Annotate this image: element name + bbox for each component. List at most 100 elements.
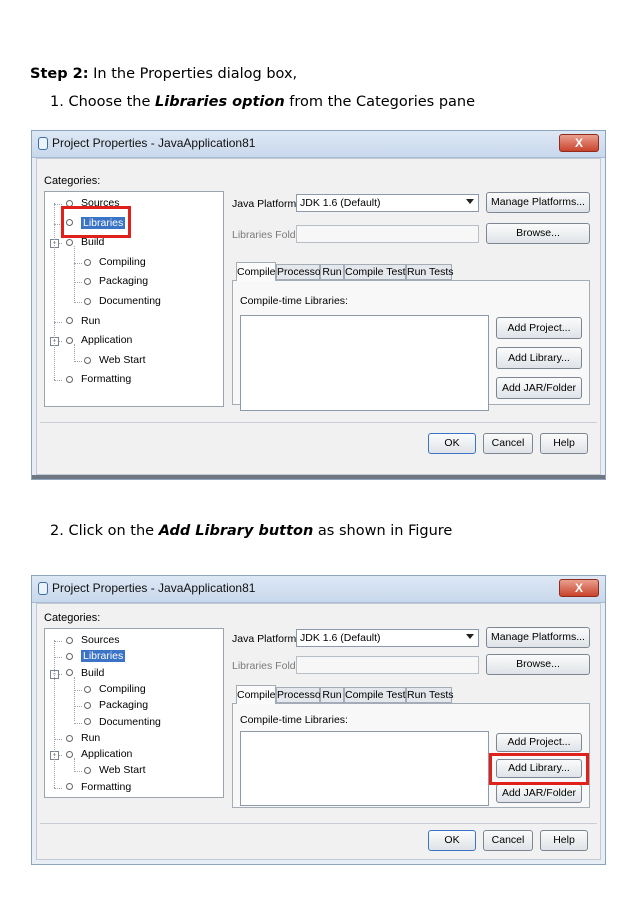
tree-node-build[interactable]: Build xyxy=(66,667,104,679)
cancel-button[interactable]: Cancel xyxy=(483,830,533,851)
tree-node-formatting[interactable]: Formatting xyxy=(66,373,131,385)
compile-time-libraries-list[interactable] xyxy=(240,315,489,411)
node-icon xyxy=(84,685,91,693)
tab-run[interactable]: Run xyxy=(320,264,344,280)
tree-connector xyxy=(74,722,82,724)
add-project-button[interactable]: Add Project... xyxy=(496,317,582,339)
java-cup-icon xyxy=(38,582,48,595)
browse-button[interactable]: Browse... xyxy=(486,223,590,244)
dialog-title: Project Properties - JavaApplication81 xyxy=(52,581,256,595)
ok-button[interactable]: OK xyxy=(428,830,476,851)
tab-compile-tests[interactable]: Compile Tests xyxy=(344,687,411,703)
tree-node-packaging[interactable]: Packaging xyxy=(84,699,148,711)
tree-trunk xyxy=(54,203,55,381)
tree-connector xyxy=(74,706,82,708)
help-button[interactable]: Help xyxy=(540,433,588,454)
java-platform-label: Java Platform: xyxy=(232,198,300,210)
java-platform-value: JDK 1.6 (Default) xyxy=(300,197,381,209)
node-icon xyxy=(66,376,73,384)
dialog-titlebar[interactable]: Project Properties - JavaApplication81 X xyxy=(32,576,605,603)
tab-processor[interactable]: Processor xyxy=(276,264,324,280)
tree-node-label: Formatting xyxy=(81,373,132,386)
tree-node-label: Documenting xyxy=(99,715,161,728)
tree-node-label: Run xyxy=(81,314,101,327)
java-platform-select[interactable]: JDK 1.6 (Default) xyxy=(296,629,479,647)
tree-node-application[interactable]: Application xyxy=(66,748,132,760)
tree-node-sources[interactable]: Sources xyxy=(66,634,120,646)
tree-node-label: Application xyxy=(81,334,133,347)
tree-node-application[interactable]: Application xyxy=(66,334,132,346)
close-button[interactable]: X xyxy=(559,579,599,597)
tree-node-libraries[interactable]: Libraries xyxy=(66,650,126,663)
java-platform-select[interactable]: JDK 1.6 (Default) xyxy=(296,194,479,212)
tree-connector xyxy=(54,321,62,323)
tab-compile[interactable]: Compile xyxy=(236,262,276,281)
tree-connector xyxy=(74,689,82,691)
tree-node-run[interactable]: Run xyxy=(66,315,100,327)
dialog-title: Project Properties - JavaApplication81 xyxy=(52,136,256,150)
add-library-button[interactable]: Add Library... xyxy=(496,347,582,369)
tree-node-documenting[interactable]: Documenting xyxy=(84,716,161,728)
java-cup-icon xyxy=(38,137,48,150)
tree-branch xyxy=(74,758,75,771)
node-icon xyxy=(84,701,91,709)
categories-label: Categories: xyxy=(44,175,101,187)
instruction-2-number: 2. xyxy=(50,523,64,539)
compile-time-libraries-list[interactable] xyxy=(240,731,489,806)
ok-button[interactable]: OK xyxy=(428,433,476,454)
close-button[interactable]: X xyxy=(559,134,599,152)
compile-time-libraries-label: Compile-time Libraries: xyxy=(240,295,348,307)
add-jar-folder-button[interactable]: Add JAR/Folder xyxy=(496,377,582,399)
tab-compile[interactable]: Compile xyxy=(236,685,276,704)
browse-button[interactable]: Browse... xyxy=(486,654,590,675)
tab-compile-tests[interactable]: Compile Tests xyxy=(344,264,411,280)
node-icon xyxy=(84,718,91,726)
tree-node-label: Libraries xyxy=(81,650,126,663)
dialog-screenshot-2: Project Properties - JavaApplication81 X… xyxy=(31,575,606,865)
tree-node-label: Compiling xyxy=(99,682,146,695)
tree-node-formatting[interactable]: Formatting xyxy=(66,781,131,793)
help-button[interactable]: Help xyxy=(540,830,588,851)
tree-node-run[interactable]: Run xyxy=(66,732,100,744)
add-jar-folder-button[interactable]: Add JAR/Folder xyxy=(496,784,582,803)
tree-node-compiling[interactable]: Compiling xyxy=(84,683,146,695)
tree-node-label: Run xyxy=(81,731,101,744)
libraries-folder-field[interactable] xyxy=(296,225,479,243)
tree-node-packaging[interactable]: Packaging xyxy=(84,275,148,287)
tab-run[interactable]: Run xyxy=(320,687,344,703)
tree-node-label: Documenting xyxy=(99,295,161,307)
tab-run-tests[interactable]: Run Tests xyxy=(406,687,454,703)
window-resize-bar[interactable] xyxy=(32,475,605,479)
dialog-screenshot-1: Project Properties - JavaApplication81 X… xyxy=(31,130,606,480)
manage-platforms-button[interactable]: Manage Platforms... xyxy=(486,627,590,648)
instruction-2: 2. Click on the Add Library button as sh… xyxy=(50,523,452,539)
red-highlight-box xyxy=(489,753,589,785)
instruction-2-pre: Click on the xyxy=(63,523,159,539)
instruction-2-post: as shown in Figure xyxy=(313,523,453,539)
tree-branch xyxy=(74,676,75,722)
cancel-button[interactable]: Cancel xyxy=(483,433,533,454)
tree-node-label: Build xyxy=(81,666,105,679)
node-icon xyxy=(66,238,73,246)
tree-node-label: Web Start xyxy=(99,764,146,777)
manage-platforms-button[interactable]: Manage Platforms... xyxy=(486,192,590,213)
tab-processor[interactable]: Processor xyxy=(276,687,324,703)
node-icon xyxy=(66,317,73,325)
node-icon xyxy=(66,734,73,742)
chevron-down-icon xyxy=(466,199,474,204)
step-heading-line: Step 2: In the Properties dialog box, xyxy=(30,66,297,82)
add-project-button[interactable]: Add Project... xyxy=(496,733,582,752)
tree-node-web-start[interactable]: Web Start xyxy=(84,354,146,366)
dialog-titlebar[interactable]: Project Properties - JavaApplication81 X xyxy=(32,131,605,158)
tab-run-tests[interactable]: Run Tests xyxy=(406,264,454,280)
tree-connector xyxy=(54,738,62,740)
node-icon xyxy=(84,297,91,305)
tree-node-web-start[interactable]: Web Start xyxy=(84,764,146,776)
tree-connector xyxy=(54,787,62,789)
libraries-folder-field[interactable] xyxy=(296,656,479,674)
tree-node-compiling[interactable]: Compiling xyxy=(84,256,146,268)
tree-connector xyxy=(74,282,82,284)
node-icon xyxy=(66,783,73,791)
tree-node-documenting[interactable]: Documenting xyxy=(84,295,161,307)
categories-label: Categories: xyxy=(44,612,101,624)
